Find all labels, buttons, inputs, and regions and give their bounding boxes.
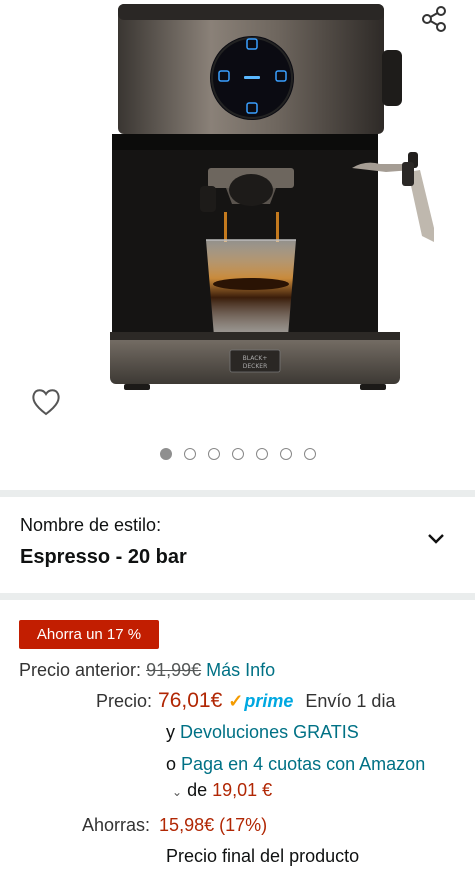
style-selector[interactable]: Nombre de estilo: Espresso - 20 bar — [0, 497, 475, 593]
previous-price-value: 91,99€ — [146, 660, 202, 680]
final-price-note: Precio final del producto — [166, 846, 360, 866]
prime-text: prime — [244, 691, 294, 711]
prime-check-icon: ✓ — [228, 691, 244, 711]
savings-label: Ahorras: — [82, 815, 151, 835]
returns-prefix: y — [166, 722, 175, 742]
shipping-text: Envío 1 dia — [305, 691, 396, 711]
installments-amount-row[interactable]: ⌄ de 19,01 € — [172, 780, 272, 801]
installments-row: o Paga en 4 cuotas con Amazon — [166, 754, 425, 775]
pagination-dot[interactable] — [231, 448, 244, 460]
returns-link[interactable]: Devoluciones GRATIS — [180, 722, 359, 742]
product-image[interactable]: BLACK+ DECKER — [90, 0, 450, 415]
share-icon[interactable] — [418, 4, 450, 34]
price-label: Precio: — [96, 691, 153, 711]
installments-prefix: o — [166, 754, 177, 774]
installments-de: de — [187, 780, 208, 800]
pagination-dot[interactable] — [183, 448, 196, 460]
savings-row: Ahorras: 15,98€ (17%) — [82, 815, 267, 836]
savings-badge: Ahorra un 17 % — [19, 620, 159, 649]
installments-value: 19,01 € — [212, 780, 273, 800]
more-info-link[interactable]: Más Info — [206, 660, 275, 680]
savings-value: 15,98€ (17%) — [159, 815, 268, 835]
pagination-dot[interactable] — [303, 448, 316, 460]
chevron-down-icon[interactable] — [424, 529, 448, 549]
prime-badge: ✓ prime — [228, 691, 293, 712]
pagination-dot[interactable] — [159, 448, 172, 460]
price-row: Precio: 76,01€ ✓ prime Envío 1 dia — [96, 689, 395, 713]
image-pagination-dots[interactable] — [0, 446, 475, 462]
pagination-dot[interactable] — [255, 448, 268, 460]
heart-icon[interactable] — [26, 382, 66, 422]
installments-link[interactable]: Paga en 4 cuotas con Amazon — [181, 754, 425, 774]
pagination-dot[interactable] — [279, 448, 292, 460]
small-chevron-down-icon[interactable]: ⌄ — [172, 785, 182, 799]
returns-row: y Devoluciones GRATIS — [166, 722, 359, 743]
style-value: Espresso - 20 bar — [20, 546, 187, 568]
product-image-gallery[interactable]: BLACK+ DECKER — [0, 0, 475, 490]
section-divider — [0, 593, 475, 600]
price-value: 76,01€ — [158, 689, 223, 712]
svg-text:DECKER: DECKER — [243, 363, 268, 370]
brand-mark: BLACK+ — [243, 355, 268, 362]
style-label: Nombre de estilo: — [20, 515, 162, 535]
previous-price-row: Precio anterior: 91,99€ Más Info — [19, 660, 275, 681]
previous-price-label: Precio anterior: — [19, 660, 142, 680]
section-divider — [0, 490, 475, 497]
pagination-dot[interactable] — [207, 448, 220, 460]
